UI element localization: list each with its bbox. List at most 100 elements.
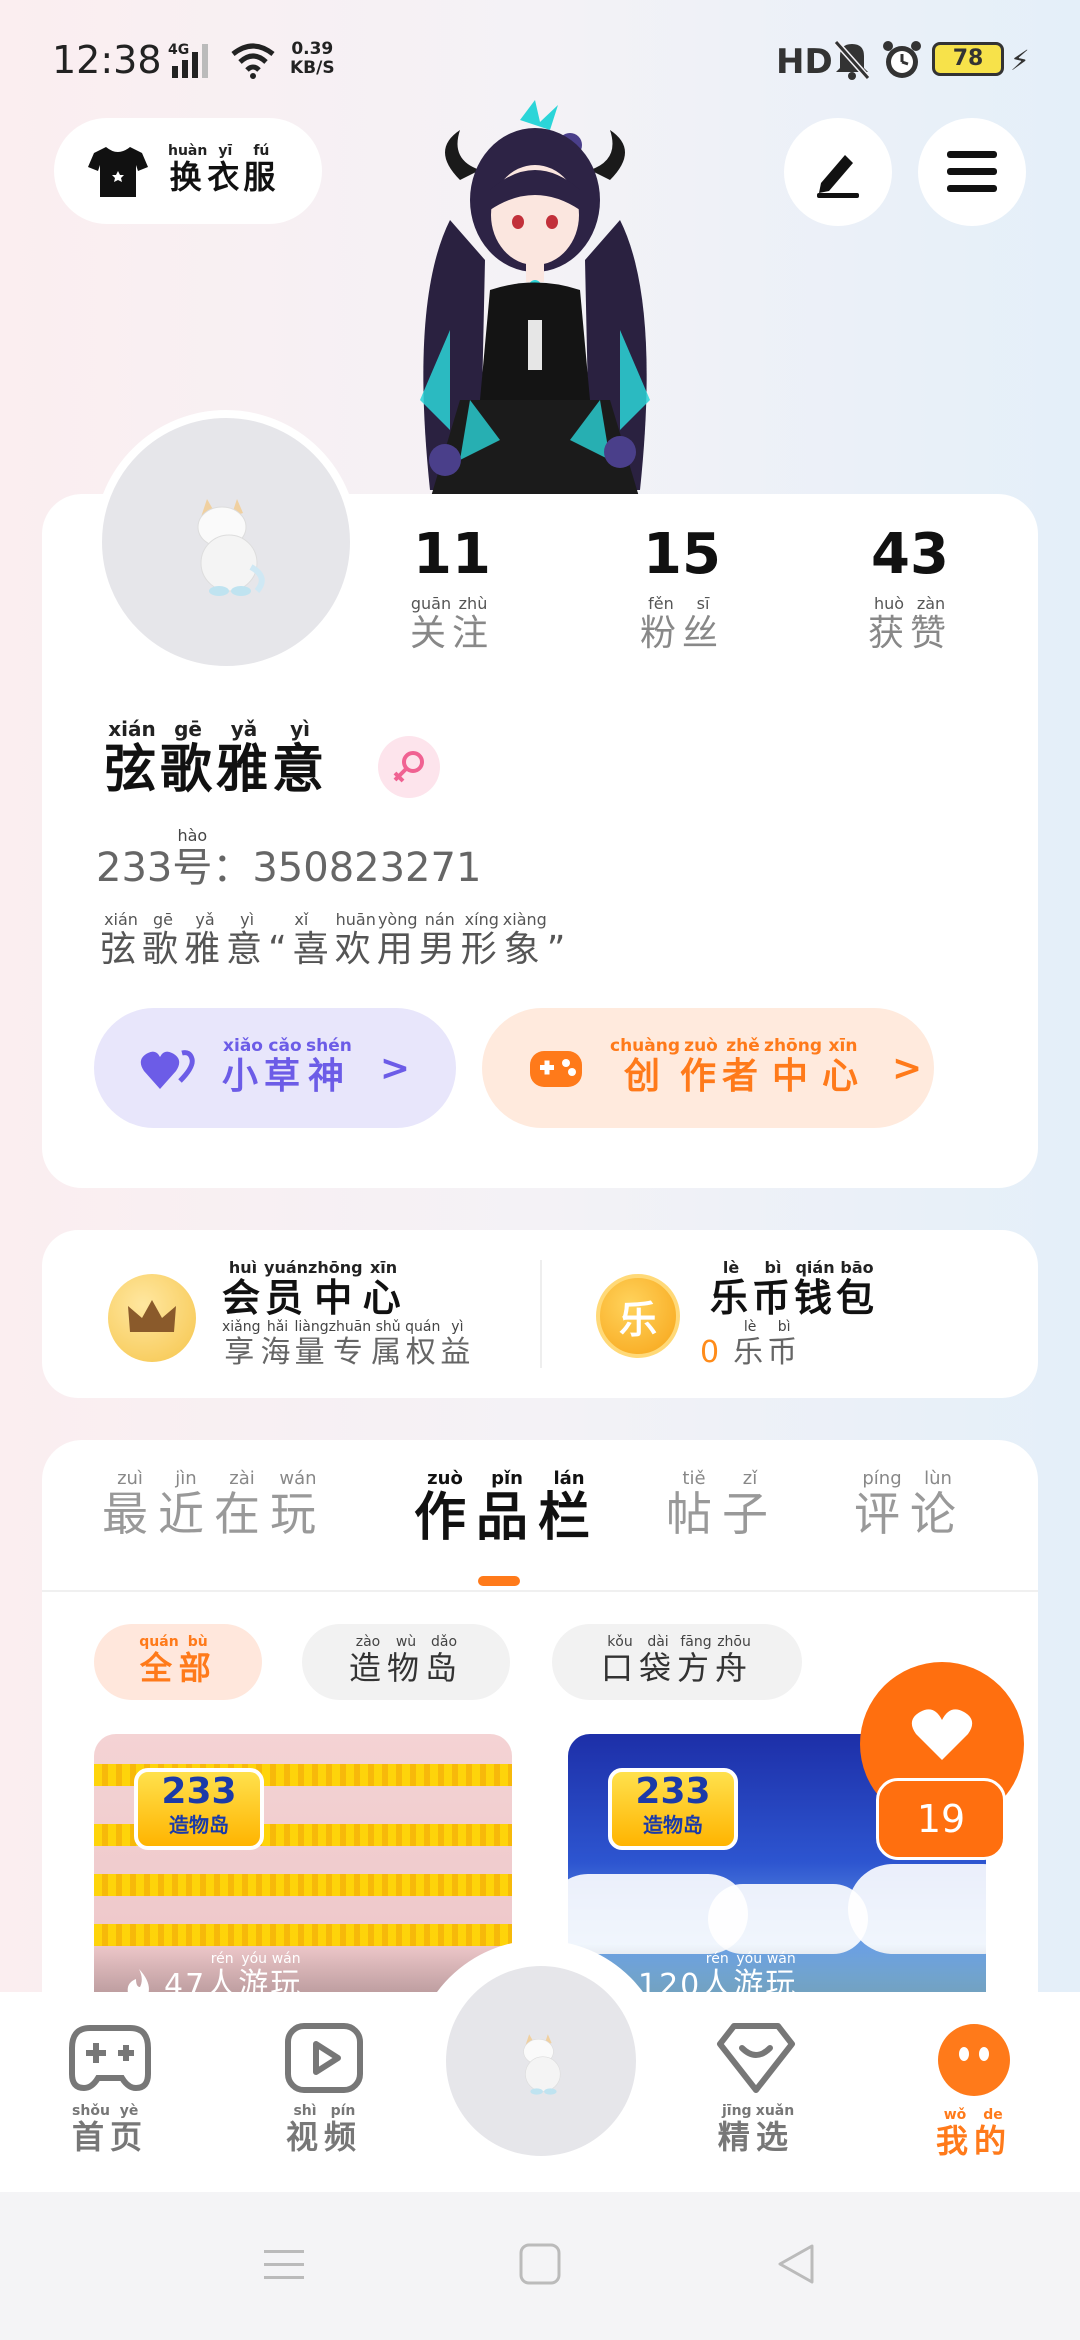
- tab-posts[interactable]: 帖tiě子zǐ: [666, 1468, 778, 1544]
- recents-icon[interactable]: [262, 2242, 306, 2286]
- coin-balance: 0 乐lè币bì: [700, 1319, 802, 1370]
- ruby-char: 男nán: [418, 910, 461, 970]
- member-center-title[interactable]: 会huì员yuán中zhōng心xīn: [222, 1258, 405, 1322]
- status-time: 12:38: [52, 38, 162, 82]
- ruby-char: 子zǐ: [722, 1468, 778, 1541]
- double-heart-icon: [140, 1050, 195, 1089]
- profile-avatar[interactable]: [94, 410, 358, 674]
- ruby-char: 物wù: [386, 1634, 425, 1687]
- member-wallet-card: 会huì员yuán中zhōng心xīn 享xiǎng海hǎi量liàng专zhu…: [42, 1230, 1038, 1398]
- nav-home[interactable]: 首shǒu页yè: [40, 2022, 180, 2158]
- wifi-icon: [228, 40, 278, 84]
- profile-face-icon: [938, 2024, 1010, 2096]
- ruby-char: ”: [546, 929, 572, 970]
- tab-recently-played[interactable]: 最zuì近jìn在zài玩wán: [102, 1468, 326, 1544]
- creator-center-button[interactable]: 创chuàng作zuò者zhě中zhōng心xīn >: [482, 1008, 934, 1128]
- coin-wallet-title[interactable]: 乐lè币bì钱qián包bāo: [710, 1258, 879, 1322]
- ruby-char: 方fāng: [677, 1634, 716, 1687]
- xiaocaoshen-button[interactable]: 小xiǎo草cǎo神shén >: [94, 1008, 456, 1128]
- ruby-char: 用yòng: [376, 910, 419, 970]
- ruby-char: 评píng: [854, 1468, 910, 1541]
- system-navigation-bar: [0, 2192, 1080, 2340]
- change-outfit-button[interactable]: 换huàn衣yī服fú: [54, 118, 322, 224]
- likes-stat[interactable]: 43 获huò赞zàn: [810, 520, 1010, 656]
- fans-stat[interactable]: 15 粉fěn丝sī: [582, 520, 782, 656]
- ruby-char: 专zhuān: [328, 1319, 372, 1370]
- 3d-character-avatar[interactable]: [390, 100, 680, 500]
- ruby-char: 币bì: [752, 1258, 795, 1320]
- ruby-char: 小xiǎo: [222, 1035, 265, 1097]
- heart-icon: [911, 1709, 973, 1760]
- ruby-char: 品pǐn: [476, 1468, 539, 1548]
- ruby-char: 权quán: [405, 1319, 441, 1370]
- ruby-char: 包bāo: [836, 1258, 879, 1320]
- username: 弦xián歌gē雅yǎ意yì: [104, 717, 328, 802]
- nav-mine[interactable]: 我wǒ的de: [904, 2022, 1044, 2162]
- ruby-char: 在zài: [214, 1468, 270, 1541]
- ruby-char: 我wǒ: [935, 2107, 974, 2160]
- ruby-char: 最zuì: [102, 1468, 158, 1541]
- divider: [42, 1590, 1038, 1592]
- ruby-char: 赞zàn: [910, 594, 953, 654]
- tshirt-icon: [88, 147, 148, 197]
- ruby-char: 享xiǎng: [222, 1319, 261, 1370]
- chevron-right-icon: >: [379, 1047, 417, 1089]
- nav-mine-label: 我wǒ的de: [904, 2107, 1044, 2162]
- ruby-char: 乐lè: [710, 1258, 753, 1320]
- ruby-char: 量liàng: [294, 1319, 329, 1370]
- nav-picks-label: 精jīng选xuǎn: [686, 2103, 826, 2158]
- ruby-char: 关guān: [409, 594, 452, 654]
- ruby-char: 首shǒu: [71, 2103, 110, 2156]
- tab-works[interactable]: 作zuò品pǐn栏lán: [414, 1468, 600, 1550]
- pen-icon: [817, 155, 859, 198]
- ruby-char: 形xíng: [460, 910, 503, 970]
- ruby-char: 中zhōng: [308, 1258, 363, 1320]
- ruby-char: 造zào: [348, 1634, 387, 1687]
- filter-chip-creation-island[interactable]: 造zào 物wù 岛dǎo: [302, 1624, 510, 1700]
- ruby-char: 帖tiě: [666, 1468, 722, 1541]
- network-speed: 0.39 KB/S: [290, 39, 335, 78]
- charging-icon: ⚡: [1010, 44, 1030, 77]
- following-stat[interactable]: 11 关guān注zhù: [352, 520, 552, 656]
- mute-bell-icon: [832, 38, 872, 86]
- ruby-char: 视shì: [285, 2103, 324, 2156]
- ruby-char: 神shén: [306, 1035, 352, 1097]
- alarm-icon: [880, 38, 924, 86]
- nav-picks[interactable]: 精jīng选xuǎn: [686, 2022, 826, 2158]
- divider: [540, 1260, 542, 1368]
- ruby-char: 币bì: [767, 1319, 802, 1370]
- crown-icon[interactable]: [108, 1274, 196, 1362]
- filter-chip-pocket-ark[interactable]: 口kǒu 袋dài 方fāng 舟zhōu: [552, 1624, 802, 1700]
- ruby-char: 中zhōng: [764, 1035, 822, 1097]
- ruby-char: 会huì: [222, 1258, 265, 1320]
- fans-count: 15: [643, 522, 721, 587]
- ruby-char: 粉fěn: [639, 594, 682, 654]
- ruby-char: 海hǎi: [260, 1319, 295, 1370]
- female-gender-icon: [378, 736, 440, 798]
- tab-comments[interactable]: 评píng论lùn: [854, 1468, 966, 1544]
- ruby-char: 心xīn: [362, 1258, 405, 1320]
- ruby-char: 作zuò: [680, 1035, 723, 1097]
- ruby-char: 心xīn: [822, 1035, 865, 1097]
- back-triangle-icon[interactable]: [774, 2242, 818, 2286]
- ruby-char: 换huàn: [168, 143, 208, 196]
- home-square-icon[interactable]: [518, 2242, 562, 2286]
- ruby-char: 意yì: [226, 910, 269, 970]
- ruby-char: 欢huān: [334, 910, 377, 970]
- ruby-char: 属shǔ: [371, 1319, 406, 1370]
- nav-video[interactable]: 视shì频pín: [254, 2022, 394, 2158]
- nav-center-avatar[interactable]: [446, 1966, 636, 2156]
- ruby-char: 选xuǎn: [755, 2103, 795, 2156]
- ruby-char: 作zuò: [414, 1468, 477, 1548]
- ruby-char: 者zhě: [722, 1035, 765, 1097]
- ruby-char: 频pín: [324, 2103, 363, 2156]
- ruby-char: 服fú: [243, 143, 280, 196]
- ruby-char: 益yì: [440, 1319, 475, 1370]
- cat-avatar-icon: [523, 2034, 561, 2095]
- coin-icon[interactable]: 乐: [596, 1274, 680, 1358]
- edit-profile-button[interactable]: [784, 118, 892, 226]
- ruby-char: 草cǎo: [264, 1035, 307, 1097]
- menu-button[interactable]: [918, 118, 1026, 226]
- filter-chip-all[interactable]: 全quán 部bù: [94, 1624, 262, 1700]
- ruby-char: 玩wán: [270, 1468, 326, 1541]
